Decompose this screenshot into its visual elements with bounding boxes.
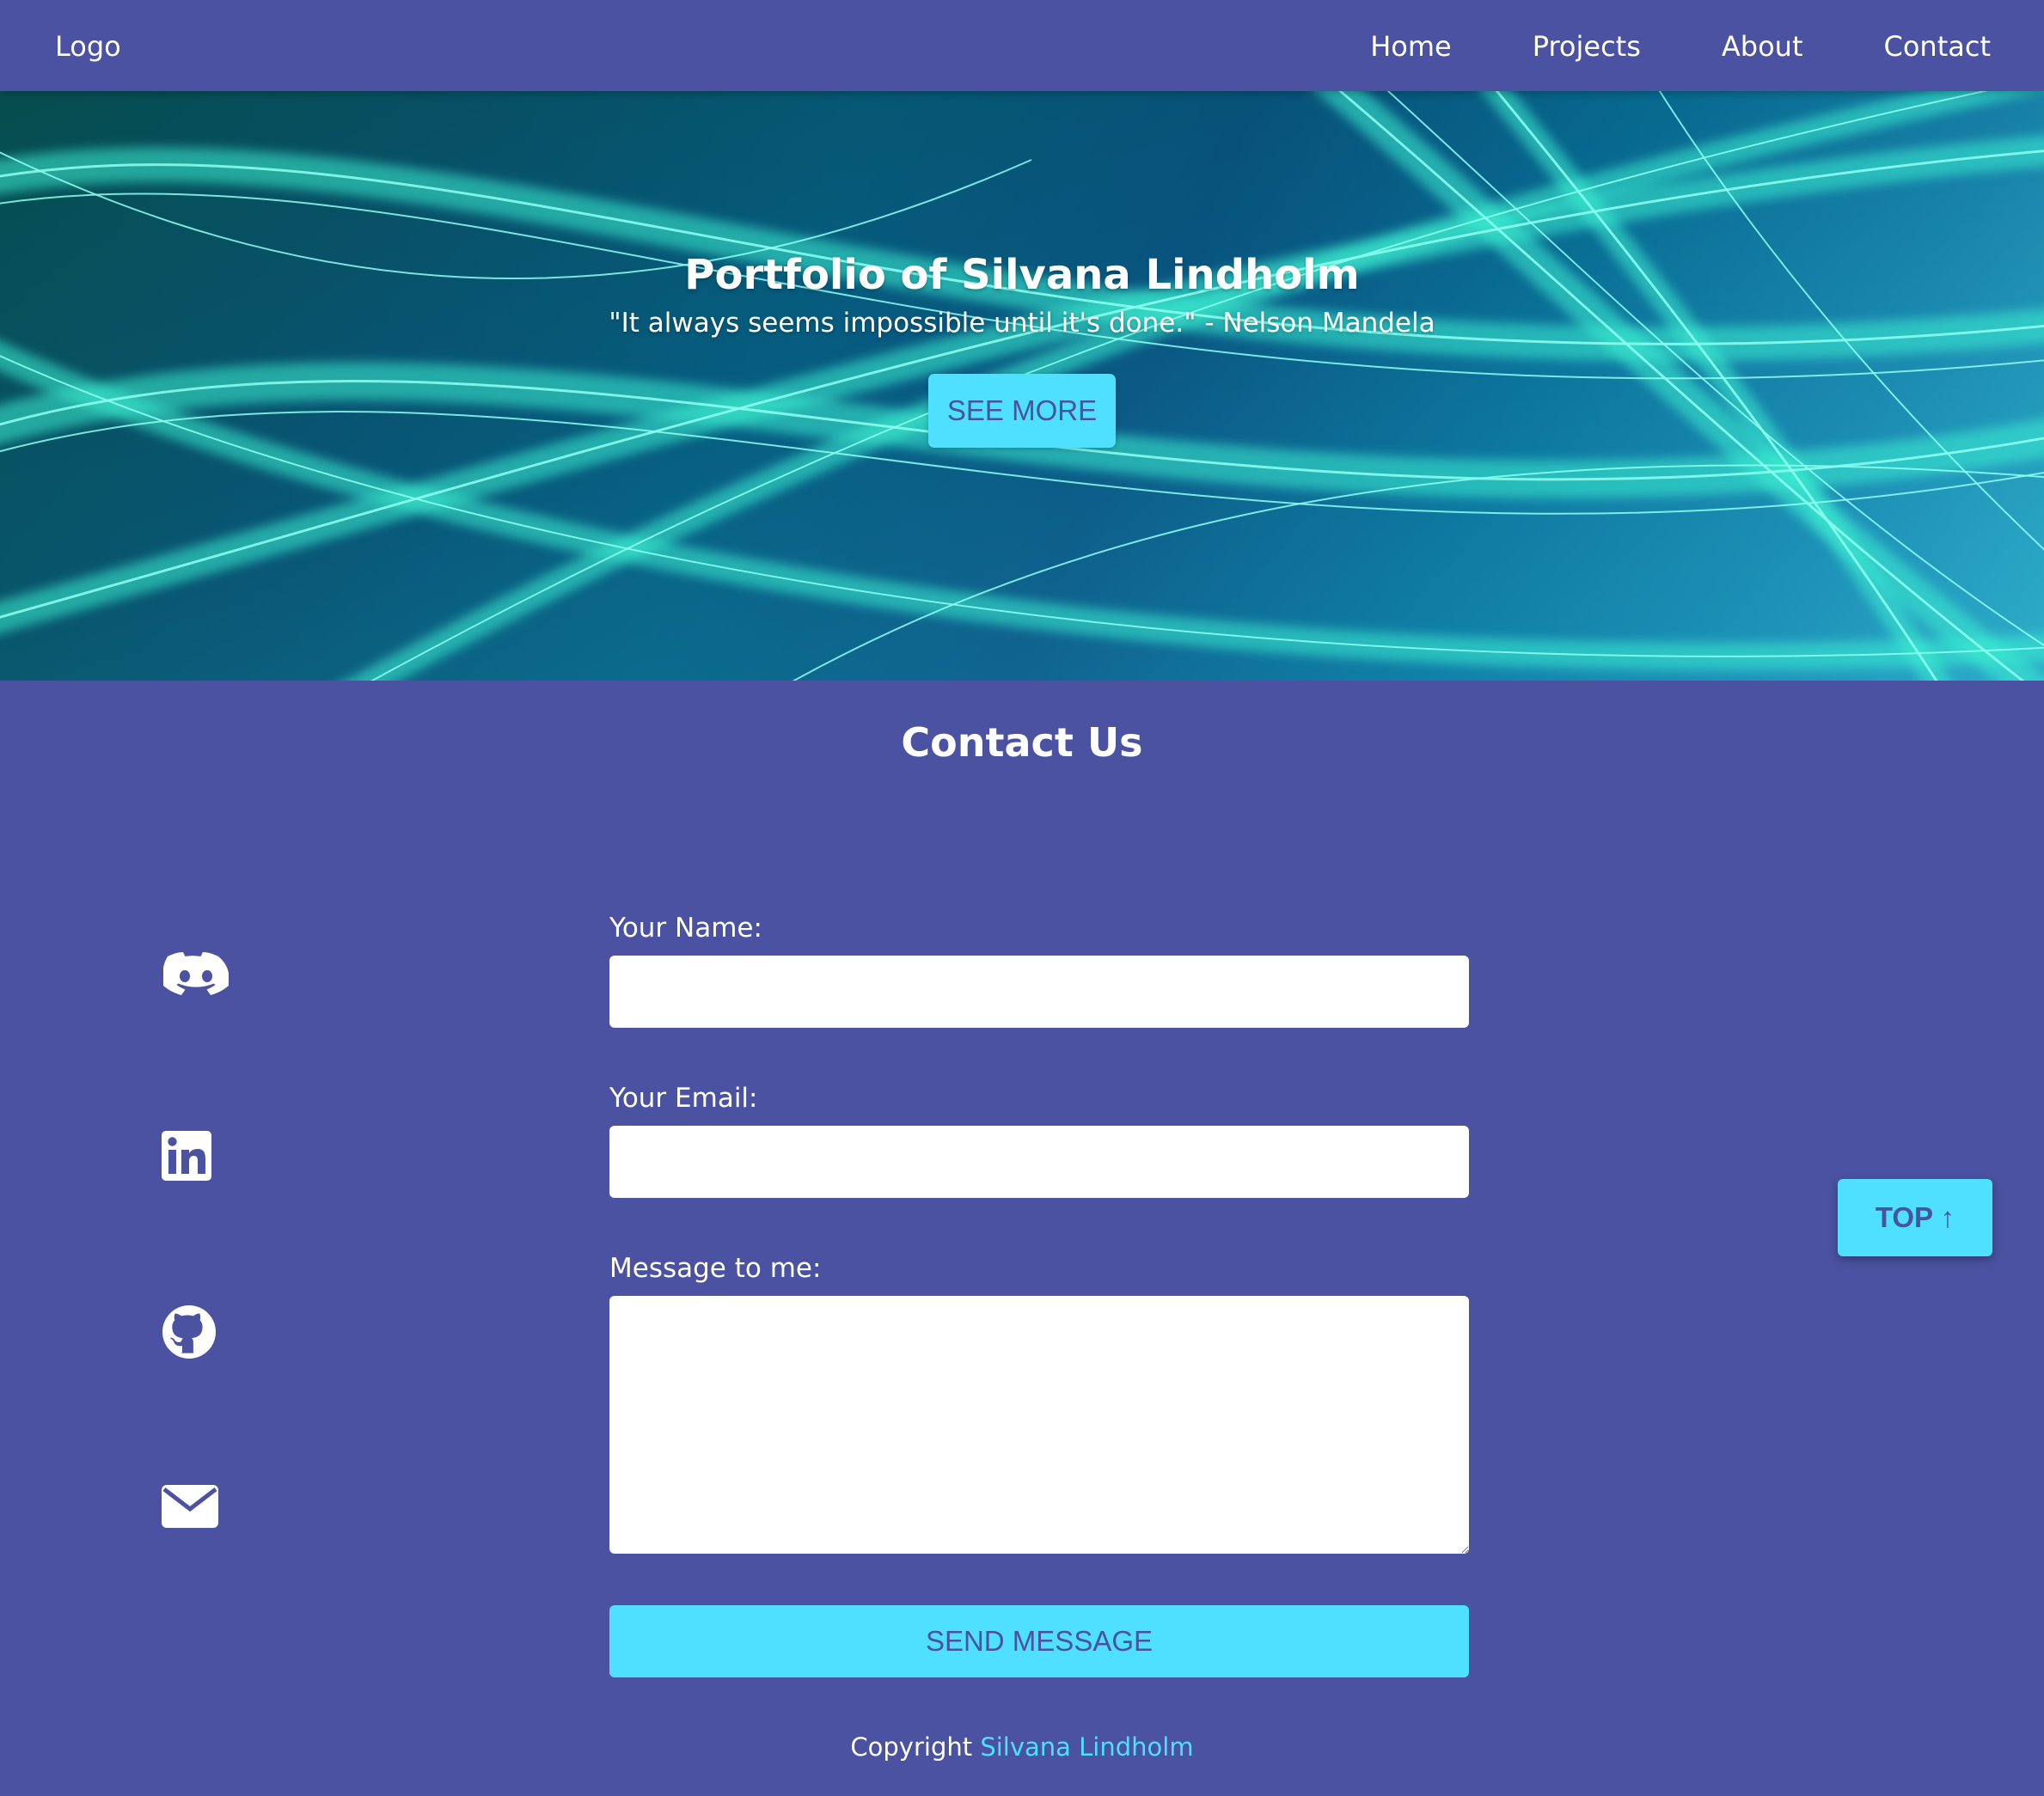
nav-links: Home Projects About Contact bbox=[1370, 29, 1991, 64]
copyright-text: Copyright bbox=[850, 1732, 973, 1762]
name-label: Your Name: bbox=[609, 913, 762, 944]
github-icon[interactable] bbox=[161, 1304, 217, 1359]
nav-link-about[interactable]: About bbox=[1722, 29, 1803, 64]
hero-banner: Portfolio of Silvana Lindholm "It always… bbox=[0, 91, 2044, 681]
footer-name-link[interactable]: Silvana Lindholm bbox=[980, 1732, 1193, 1762]
message-textarea[interactable] bbox=[609, 1296, 1469, 1554]
nav-link-home[interactable]: Home bbox=[1370, 29, 1452, 64]
contact-title: Contact Us bbox=[901, 719, 1143, 766]
logo-link[interactable]: Logo bbox=[55, 29, 121, 64]
name-input[interactable] bbox=[609, 956, 1469, 1028]
hero-quote: "It always seems impossible until it's d… bbox=[609, 308, 1435, 339]
see-more-button[interactable]: SEE MORE bbox=[928, 374, 1116, 448]
navbar: Logo Home Projects About Contact bbox=[0, 0, 2044, 91]
discord-icon[interactable] bbox=[163, 952, 229, 1004]
email-label: Your Email: bbox=[609, 1083, 758, 1114]
nav-link-projects[interactable]: Projects bbox=[1533, 29, 1641, 64]
send-message-button[interactable]: SEND MESSAGE bbox=[609, 1605, 1469, 1677]
footer: Copyright Silvana Lindholm bbox=[0, 1730, 2044, 1764]
nav-link-contact[interactable]: Contact bbox=[1884, 29, 1992, 64]
hero-title: Portfolio of Silvana Lindholm bbox=[684, 251, 1360, 299]
back-to-top-button[interactable]: TOP ↑ bbox=[1838, 1179, 1992, 1256]
email-input[interactable] bbox=[609, 1126, 1469, 1198]
linkedin-icon[interactable] bbox=[162, 1131, 211, 1181]
message-label: Message to me: bbox=[609, 1253, 822, 1284]
envelope-icon[interactable] bbox=[162, 1485, 218, 1528]
